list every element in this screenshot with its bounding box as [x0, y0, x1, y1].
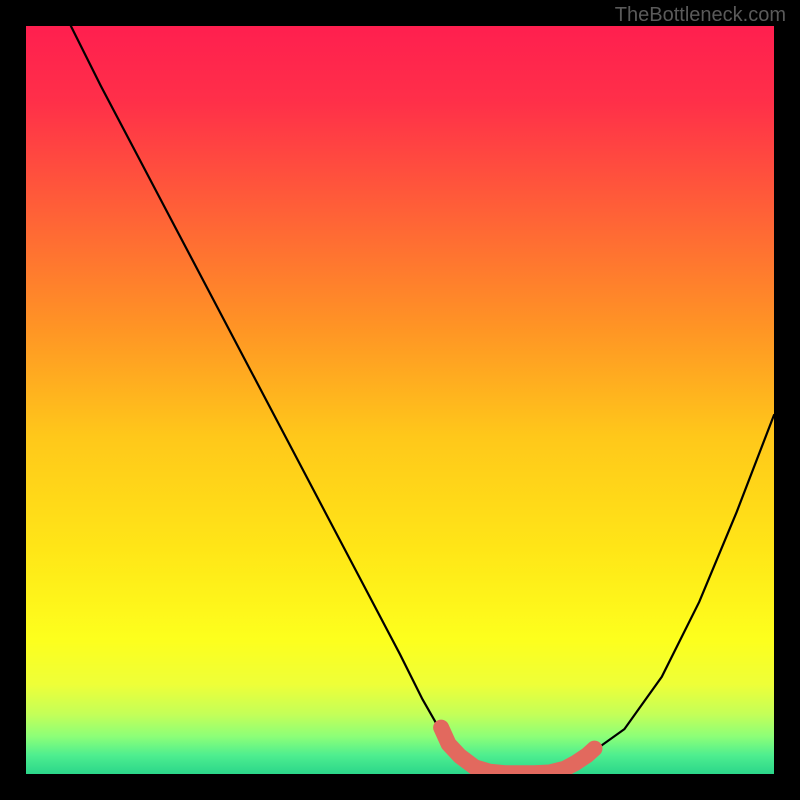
- watermark-text: TheBottleneck.com: [615, 4, 786, 27]
- gradient-background: [26, 26, 774, 774]
- bottleneck-chart: [26, 26, 774, 774]
- chart-frame: [26, 26, 774, 774]
